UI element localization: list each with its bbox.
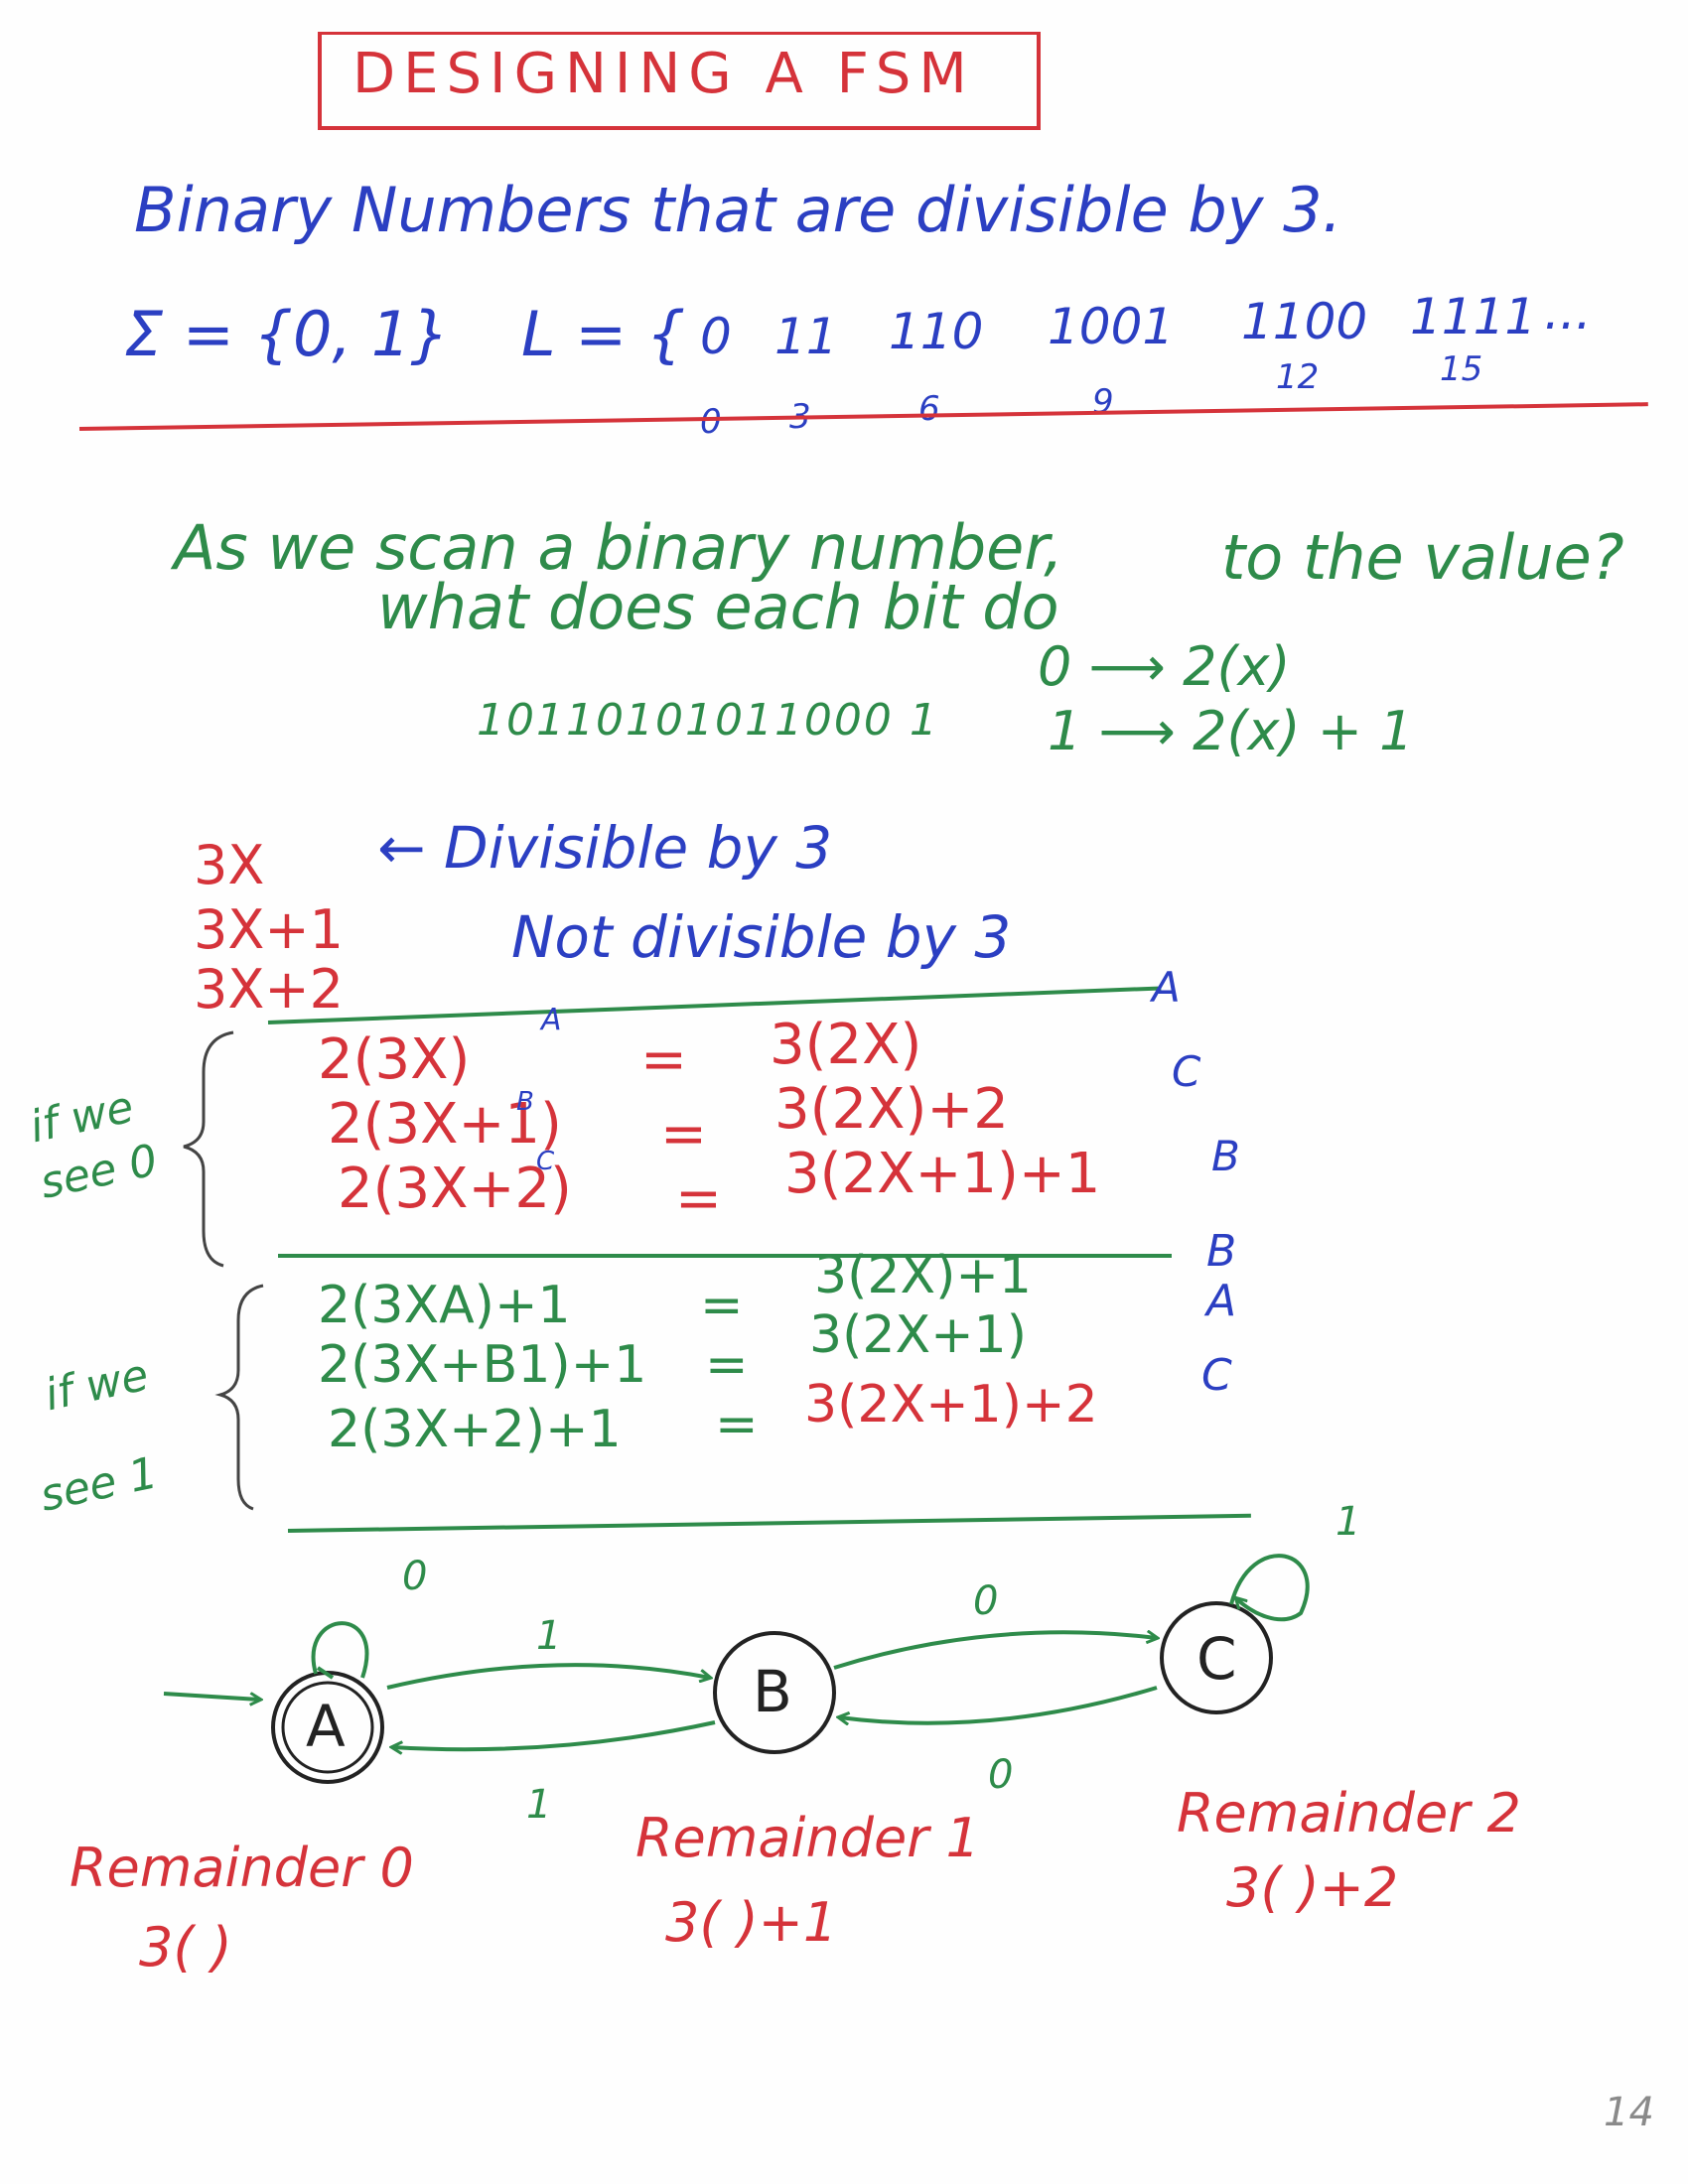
state-a-label: A: [306, 1693, 346, 1760]
remainder-2-name: Remainder 2: [1177, 1782, 1521, 1844]
trans-b-a: 1: [526, 1782, 552, 1828]
remainder-1-form: 3( )+1: [665, 1891, 838, 1954]
remainder-1-name: Remainder 1: [635, 1807, 980, 1869]
remainder-0-name: Remainder 0: [70, 1837, 414, 1899]
remainder-0-form: 3( ): [139, 1916, 232, 1979]
page-number: 14: [1604, 2090, 1654, 2135]
trans-c-b: 0: [988, 1752, 1014, 1798]
trans-b-c: 0: [973, 1578, 999, 1624]
trans-a-b: 1: [536, 1613, 562, 1659]
state-b-label: B: [753, 1658, 792, 1725]
remainder-2-form: 3( )+2: [1226, 1856, 1399, 1919]
state-c-label: C: [1196, 1625, 1237, 1693]
notes-page: DESIGNING A FSM Binary Numbers that are …: [0, 0, 1688, 2184]
trans-c-self: 1: [1336, 1499, 1361, 1545]
trans-a-self: 0: [402, 1554, 428, 1599]
